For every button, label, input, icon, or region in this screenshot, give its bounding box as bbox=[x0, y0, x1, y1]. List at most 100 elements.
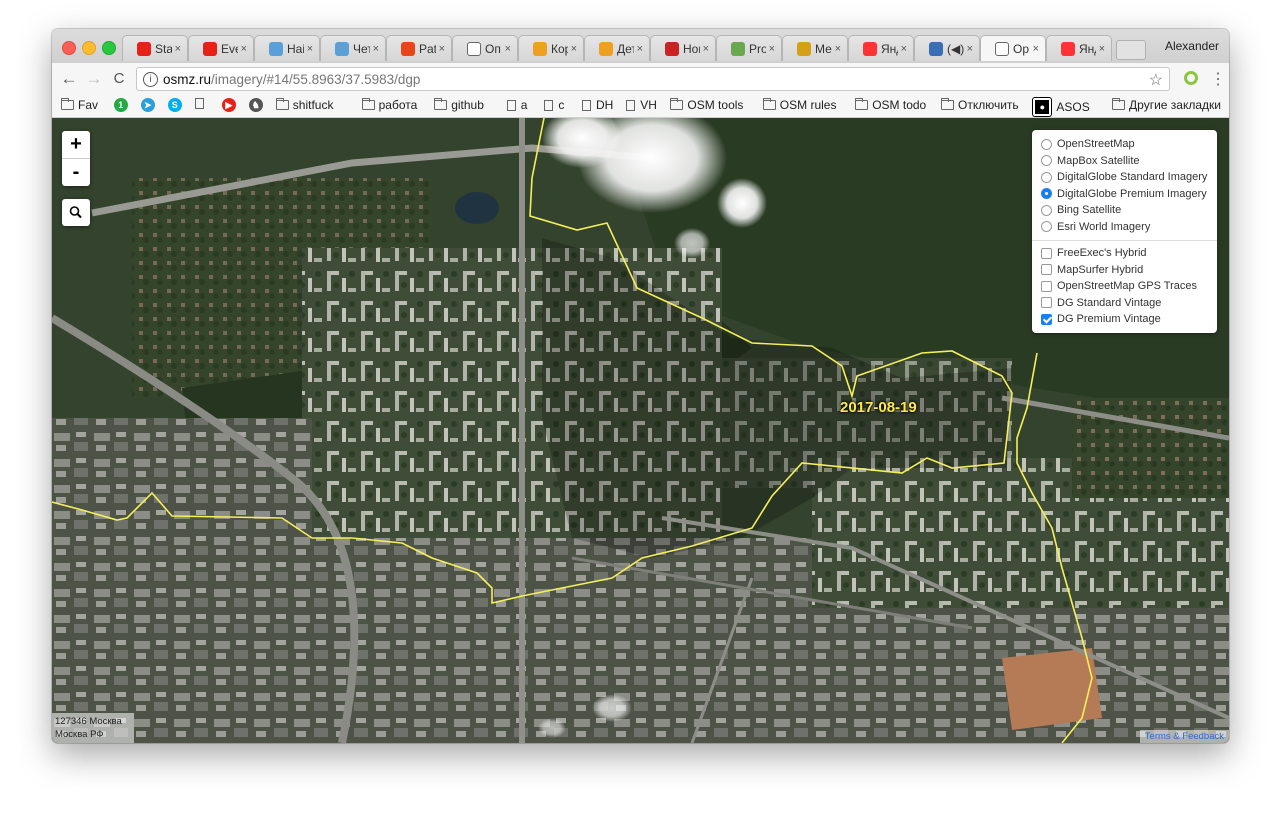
info-icon[interactable]: i bbox=[143, 72, 158, 87]
bookmark-7[interactable]: shitfuck bbox=[275, 98, 333, 112]
tab-close-icon[interactable]: × bbox=[571, 43, 577, 55]
base-layer-option[interactable]: Bing Satellite bbox=[1041, 203, 1121, 217]
bookmark-16[interactable]: OSM todo bbox=[855, 98, 926, 112]
base-layer-option[interactable]: OpenStreetMap bbox=[1041, 137, 1135, 151]
tab-10[interactable]: Ме × bbox=[782, 35, 848, 61]
base-layer-option[interactable]: Esri World Imagery bbox=[1041, 220, 1150, 234]
base-layer-option[interactable]: DigitalGlobe Standard Imagery bbox=[1041, 170, 1207, 184]
tab-close-icon[interactable]: × bbox=[967, 43, 973, 55]
bookmark-11[interactable]: c bbox=[544, 98, 564, 112]
tab-close-icon[interactable]: × bbox=[175, 43, 181, 55]
bookmark-5[interactable]: ▶ bbox=[221, 98, 241, 112]
checkbox[interactable] bbox=[1041, 313, 1052, 325]
close-window-button[interactable] bbox=[62, 41, 76, 55]
tab-4[interactable]: Pat × bbox=[386, 35, 452, 61]
bookmark-18[interactable]: ● ASOS bbox=[1033, 98, 1090, 116]
toolbar: ← → C i osmz.ru/imagery/#14/55.8963/37.5… bbox=[52, 63, 1229, 95]
tab-close-icon[interactable]: × bbox=[703, 43, 709, 55]
tab-title: Hor bbox=[683, 41, 700, 56]
bookmark-3[interactable]: S bbox=[167, 98, 187, 112]
zoom-window-button[interactable] bbox=[102, 41, 116, 55]
tab-close-icon[interactable]: × bbox=[241, 43, 247, 55]
checkbox[interactable] bbox=[1041, 247, 1052, 259]
tab-5[interactable]: Оп × bbox=[452, 35, 518, 61]
base-layer-option[interactable]: MapBox Satellite bbox=[1041, 154, 1140, 168]
tab-close-icon[interactable]: × bbox=[307, 43, 313, 55]
tab-11[interactable]: Янд× bbox=[848, 35, 914, 61]
bookmark-label: работа bbox=[378, 98, 418, 112]
radio-button[interactable] bbox=[1041, 155, 1052, 166]
checkbox[interactable] bbox=[1041, 297, 1052, 308]
reload-button[interactable]: C bbox=[109, 70, 129, 87]
map-search-button[interactable] bbox=[62, 199, 90, 226]
bookmark-1[interactable]: 1 bbox=[113, 98, 133, 112]
tab-9[interactable]: Pro× bbox=[716, 35, 782, 61]
tool-icon bbox=[731, 41, 745, 56]
bookmark-14[interactable]: OSM tools bbox=[670, 98, 743, 112]
bookmark-0[interactable]: Fav bbox=[61, 98, 98, 112]
tab-0[interactable]: Sta × bbox=[122, 35, 188, 61]
bookmark-10[interactable]: a bbox=[506, 98, 527, 112]
tab-close-icon[interactable]: × bbox=[1099, 43, 1105, 55]
checkbox[interactable] bbox=[1041, 264, 1052, 275]
overlay-option[interactable]: FreeExec's Hybrid bbox=[1041, 246, 1147, 260]
tab-2[interactable]: Hai × bbox=[254, 35, 320, 61]
profile-name[interactable]: Alexander bbox=[1165, 39, 1219, 53]
bookmark-15[interactable]: OSM rules bbox=[762, 98, 836, 112]
tab-close-icon[interactable]: × bbox=[373, 43, 379, 55]
bookmark-4[interactable] bbox=[194, 98, 209, 109]
tab-8[interactable]: Hor× bbox=[650, 35, 716, 61]
tab-close-icon[interactable]: × bbox=[901, 43, 907, 55]
map-view[interactable]: + - OpenStreetMap MapBox Satellite Digital… bbox=[52, 118, 1229, 743]
tab-close-icon[interactable]: × bbox=[505, 43, 511, 55]
tab-close-icon[interactable]: × bbox=[637, 43, 643, 55]
overlay-label: DG Standard Vintage bbox=[1057, 296, 1162, 309]
minimize-window-button[interactable] bbox=[82, 41, 96, 55]
checkbox[interactable] bbox=[1041, 280, 1052, 292]
tab-1[interactable]: Eve× bbox=[188, 35, 254, 61]
tab-title: Чет bbox=[353, 41, 370, 56]
other-bookmarks[interactable]: Другие закладки bbox=[1112, 98, 1221, 112]
radio-button[interactable] bbox=[1041, 204, 1052, 216]
layer-switcher: OpenStreetMap MapBox Satellite DigitalGlob… bbox=[1032, 130, 1217, 333]
tab-3[interactable]: Чет× bbox=[320, 35, 386, 61]
back-button[interactable]: ← bbox=[59, 69, 79, 89]
terms-feedback-link[interactable]: Terms & Feedback bbox=[1139, 730, 1229, 743]
browser-menu-icon[interactable]: ⋮ bbox=[1210, 69, 1226, 89]
overlay-option[interactable]: DG Standard Vintage bbox=[1041, 296, 1161, 310]
radio-button[interactable] bbox=[1041, 221, 1052, 232]
bookmark-8[interactable]: работа bbox=[361, 98, 418, 112]
tab-14[interactable]: Янд× bbox=[1046, 35, 1112, 61]
overlay-option[interactable]: MapSurfer Hybrid bbox=[1041, 263, 1143, 277]
tab-7[interactable]: Дет× bbox=[584, 35, 650, 61]
url-text[interactable]: osmz.ru/imagery/#14/55.8963/37.5983/dgp bbox=[163, 72, 420, 87]
zoom-out-button[interactable]: - bbox=[62, 159, 90, 186]
bookmark-17[interactable]: Отключить bbox=[941, 98, 1019, 112]
tab-close-icon[interactable]: × bbox=[835, 43, 841, 55]
radio-button[interactable] bbox=[1041, 188, 1052, 199]
bookmark-9[interactable]: github bbox=[434, 98, 484, 112]
tab-12[interactable]: (◀) × bbox=[914, 35, 980, 61]
radio-button[interactable] bbox=[1041, 171, 1052, 183]
tab-close-icon[interactable]: × bbox=[439, 43, 445, 55]
forward-button[interactable]: → bbox=[84, 69, 104, 89]
cat-icon bbox=[533, 41, 547, 56]
tab-close-icon[interactable]: × bbox=[769, 43, 775, 55]
zoom-in-button[interactable]: + bbox=[62, 131, 90, 159]
extension-icon[interactable] bbox=[1184, 71, 1198, 85]
radio-button[interactable] bbox=[1041, 138, 1052, 150]
bookmark-6[interactable]: ♞ bbox=[248, 98, 268, 112]
base-layer-option[interactable]: DigitalGlobe Premium Imagery bbox=[1041, 187, 1207, 201]
address-bar[interactable]: i osmz.ru/imagery/#14/55.8963/37.5983/dg… bbox=[136, 67, 1170, 91]
new-tab-button[interactable] bbox=[1116, 40, 1146, 60]
bookmark-12[interactable]: DH bbox=[582, 98, 613, 112]
bookmark-label: Отключить bbox=[958, 98, 1019, 112]
overlay-option[interactable]: DG Premium Vintage bbox=[1041, 312, 1161, 326]
tab-13[interactable]: Op × bbox=[980, 35, 1046, 61]
bookmark-star-icon[interactable]: ☆ bbox=[1149, 70, 1163, 90]
overlay-option[interactable]: OpenStreetMap GPS Traces bbox=[1041, 279, 1197, 293]
tab-6[interactable]: Кор× bbox=[518, 35, 584, 61]
bookmark-2[interactable]: ➤ bbox=[140, 98, 160, 112]
tab-close-icon[interactable]: × bbox=[1033, 43, 1039, 55]
bookmark-13[interactable]: VH bbox=[626, 98, 657, 112]
